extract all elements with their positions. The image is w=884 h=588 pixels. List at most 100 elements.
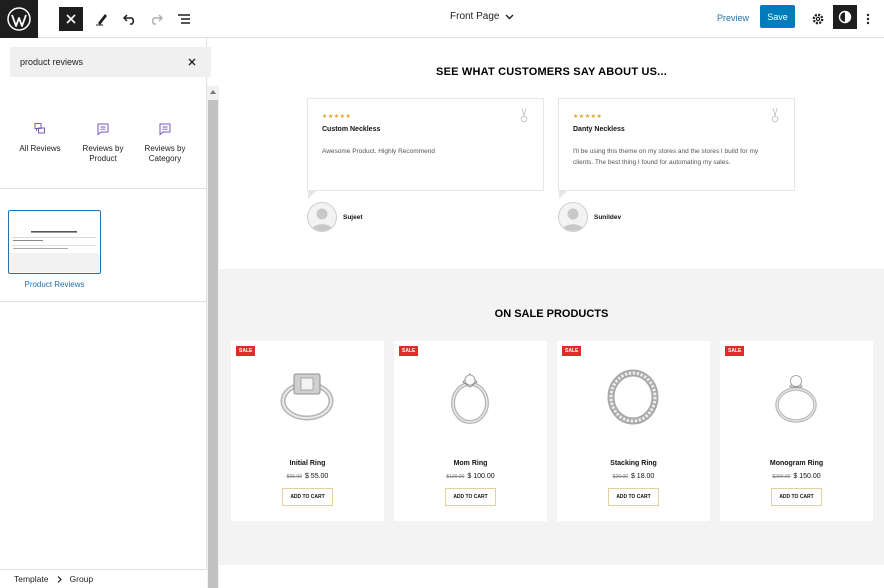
styles-button[interactable] — [833, 5, 857, 29]
ring-product-image[interactable] — [760, 357, 832, 429]
add-to-cart-button[interactable]: ADD TO CART — [445, 488, 496, 506]
review-card[interactable]: ★★★★★ Danty Neckless I'll be using this … — [558, 98, 795, 199]
product-name[interactable]: Stacking Ring — [557, 460, 710, 467]
sale-badge: SALE — [236, 346, 256, 356]
breadcrumb: Template Group — [0, 569, 207, 588]
block-inserter-panel: product reviews All Reviews Reviews by P… — [0, 38, 211, 588]
sale-badge: SALE — [725, 346, 745, 356]
reviewer-name: Sunildev — [594, 213, 622, 221]
product-card[interactable]: SALE Monogram Ring $200.00 $ 150.00 ADD T… — [720, 341, 873, 521]
sidebar-scrollbar[interactable] — [207, 86, 219, 588]
review-title: Danty Neckless — [573, 126, 625, 133]
editor-canvas: SEE WHAT CUSTOMERS SAY ABOUT US... ★★★★★… — [219, 38, 884, 588]
tools-button[interactable] — [90, 7, 114, 31]
add-to-cart-button[interactable]: ADD TO CART — [282, 488, 333, 506]
reviews-heading: SEE WHAT CUSTOMERS SAY ABOUT US... — [436, 66, 667, 78]
sale-badge: SALE — [562, 346, 582, 356]
review-text: I'll be using this theme on my stores an… — [573, 148, 759, 166]
redo-button[interactable] — [144, 7, 168, 31]
ring-product-image[interactable] — [434, 357, 506, 429]
pattern-label[interactable]: Product Reviews — [8, 280, 101, 289]
product-price: $20.00 $ 18.00 — [557, 473, 710, 480]
reviewer: Sujeet — [307, 202, 363, 232]
redo-icon — [151, 14, 163, 25]
editor-header: Front Page Preview Save — [0, 0, 884, 38]
user-icon — [562, 208, 584, 231]
review-title: Custom Neckless — [322, 126, 381, 133]
block-search-input[interactable]: product reviews — [10, 47, 211, 77]
chevron-down-icon — [505, 14, 514, 19]
document-title-button[interactable]: Front Page — [450, 11, 514, 22]
wordpress-logo[interactable] — [0, 0, 38, 38]
block-item-label: Reviews by Category — [144, 144, 186, 163]
old-price: $65.00 — [286, 474, 302, 480]
search-input-value: product reviews — [20, 57, 84, 67]
add-to-cart-button[interactable]: ADD TO CART — [771, 488, 822, 506]
options-button[interactable] — [858, 7, 878, 31]
sale-price: $ 18.00 — [630, 473, 655, 480]
speech-bubble-tail — [559, 180, 568, 199]
close-inserter-button[interactable] — [59, 7, 83, 31]
list-view-icon — [178, 14, 190, 24]
block-item-reviews-by-product[interactable]: Reviews by Product — [73, 122, 133, 164]
product-name[interactable]: Mom Ring — [394, 460, 547, 467]
pattern-preview-product-reviews[interactable] — [8, 210, 101, 274]
settings-button[interactable] — [806, 7, 830, 31]
review-card[interactable]: ★★★★★ Custom Neckless Awesome Product. H… — [307, 98, 544, 199]
gear-icon — [812, 13, 824, 25]
breadcrumb-item-group[interactable]: Group — [70, 574, 94, 584]
star-rating: ★★★★★ — [322, 114, 352, 120]
comment-content-icon — [97, 123, 109, 136]
reviews-icon — [34, 123, 45, 134]
add-to-cart-button[interactable]: ADD TO CART — [608, 488, 659, 506]
review-text: Awesome Product. Highly Recommend — [322, 148, 435, 155]
comment-content-icon — [159, 123, 171, 136]
old-price: $120.00 — [446, 474, 465, 480]
product-card[interactable]: SALE Stacking Ring $20.00 $ 18.00 ADD TO … — [557, 341, 710, 521]
necklace-icon — [771, 107, 779, 123]
page-title: Front Page — [450, 11, 500, 22]
product-name[interactable]: Monogram Ring — [720, 460, 873, 467]
old-price: $200.00 — [772, 474, 791, 480]
product-card[interactable]: SALE Initial Ring $65.00 $ 55.00 ADD TO C… — [231, 341, 384, 521]
product-card[interactable]: SALE Mom Ring $120.00 $ 100.00 ADD TO CAR… — [394, 341, 547, 521]
scrollbar-thumb[interactable] — [208, 100, 218, 588]
avatar — [307, 202, 337, 232]
block-item-all-reviews[interactable]: All Reviews — [10, 122, 70, 154]
sale-badge: SALE — [399, 346, 419, 356]
block-item-reviews-by-category[interactable]: Reviews by Category — [135, 122, 195, 164]
block-results: All Reviews Reviews by Product Reviews b… — [0, 122, 207, 172]
undo-button[interactable] — [118, 7, 142, 31]
product-price: $120.00 $ 100.00 — [394, 473, 547, 480]
close-icon — [188, 58, 196, 66]
block-item-label: All Reviews — [19, 144, 61, 153]
ring-product-image[interactable] — [597, 357, 669, 429]
chevron-right-icon — [57, 575, 62, 583]
clear-search-button[interactable] — [185, 55, 199, 69]
list-view-button[interactable] — [172, 7, 196, 31]
avatar — [558, 202, 588, 232]
necklace-icon — [520, 107, 528, 123]
old-price: $20.00 — [612, 474, 628, 480]
reviewer: Sunildev — [558, 202, 621, 232]
sale-heading: ON SALE PRODUCTS — [494, 308, 609, 320]
reviewer-name: Sujeet — [343, 213, 363, 221]
styles-icon — [838, 10, 852, 24]
product-price: $200.00 $ 150.00 — [720, 473, 873, 480]
save-button[interactable]: Save — [760, 5, 795, 28]
product-price: $65.00 $ 55.00 — [231, 473, 384, 480]
sale-price: $ 150.00 — [793, 473, 821, 480]
close-icon — [66, 14, 76, 24]
divider — [0, 188, 207, 189]
block-item-label: Reviews by Product — [82, 144, 124, 163]
scroll-up-arrow[interactable] — [207, 86, 219, 98]
undo-icon — [123, 14, 135, 25]
on-sale-section: ON SALE PRODUCTS SALE Initial Ring $65.0… — [219, 269, 884, 565]
sale-price: $ 55.00 — [304, 473, 329, 480]
ring-product-image[interactable] — [271, 357, 343, 429]
preview-button[interactable]: Preview — [717, 13, 749, 23]
breadcrumb-item-template[interactable]: Template — [14, 574, 49, 584]
star-rating: ★★★★★ — [573, 114, 603, 120]
divider — [0, 301, 207, 302]
product-name[interactable]: Initial Ring — [231, 460, 384, 467]
